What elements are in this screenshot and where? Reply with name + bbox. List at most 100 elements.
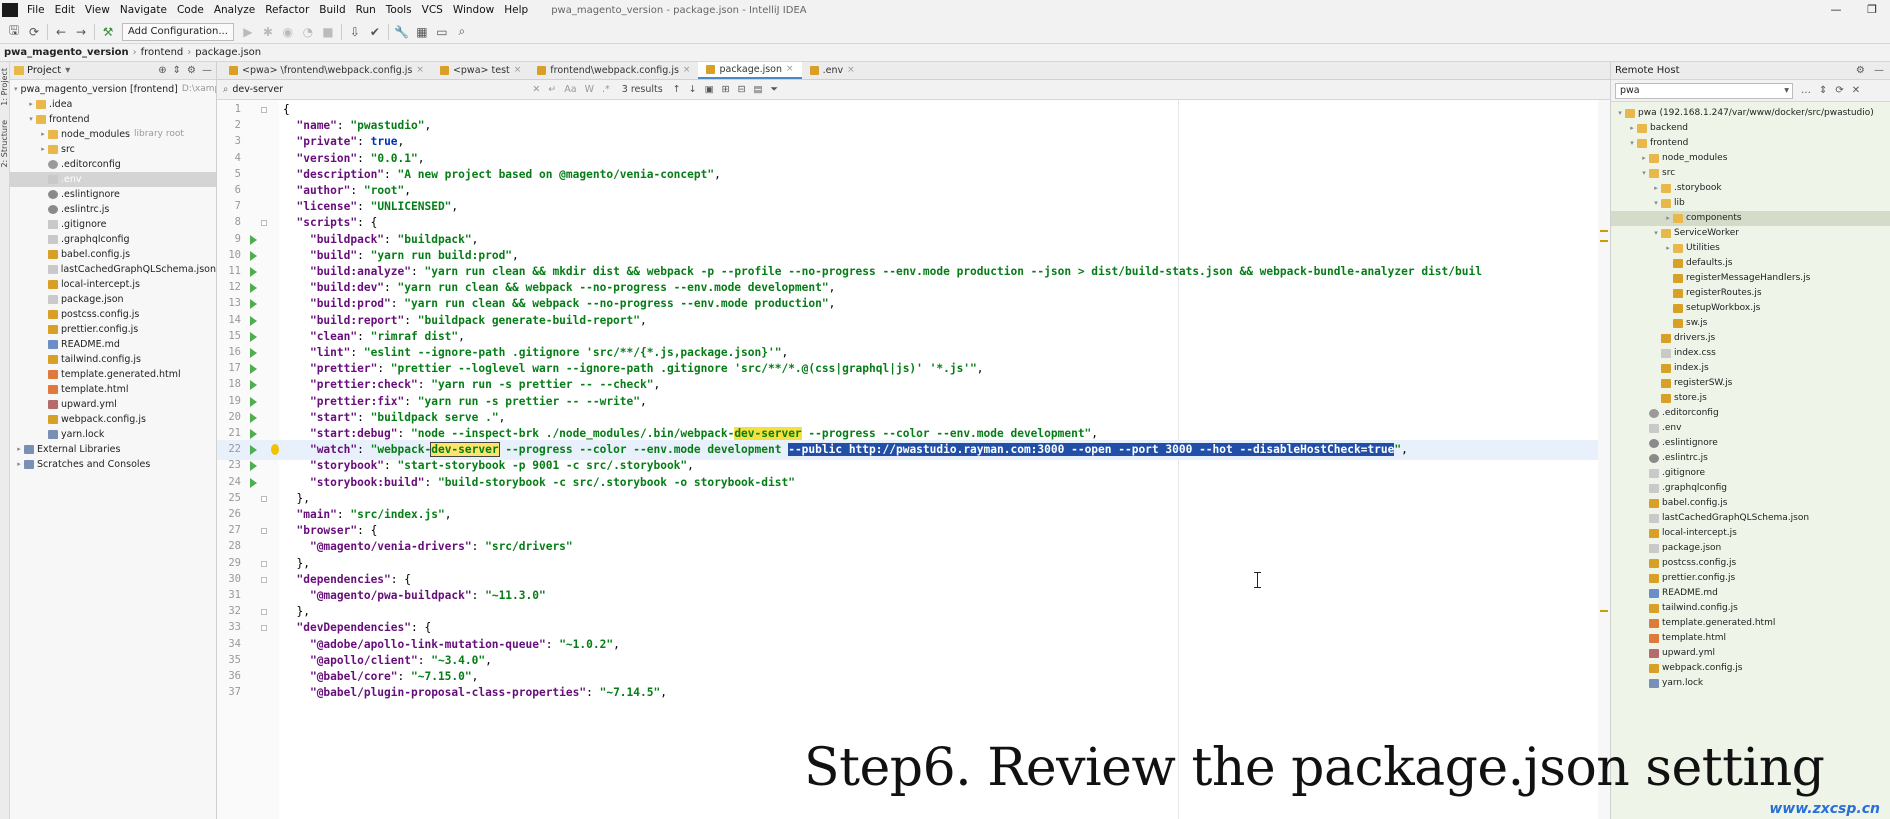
tree-item[interactable]: ▾ pwa (192.168.1.247/var/www/docker/src/p… <box>1611 106 1890 121</box>
occurrence-marker[interactable] <box>1600 230 1608 232</box>
fold-marker-icon[interactable] <box>261 528 267 535</box>
tree-item[interactable]: defaults.js <box>1611 256 1890 271</box>
tree-item[interactable]: ▸ node_modules <box>1611 151 1890 166</box>
expand-arrow-icon[interactable]: ▾ <box>26 112 36 127</box>
tree-item[interactable]: ▾ frontend <box>1611 136 1890 151</box>
tree-item[interactable]: .eslintrc.js <box>1611 451 1890 466</box>
tree-item[interactable]: postcss.config.js <box>10 307 216 322</box>
menu-item-run[interactable]: Run <box>351 4 381 16</box>
tree-item[interactable]: registerSW.js <box>1611 376 1890 391</box>
editor-tab[interactable]: <pwa> \frontend\webpack.config.js × <box>221 62 432 79</box>
clear-icon[interactable]: ✕ <box>532 84 540 95</box>
tree-item[interactable]: .editorconfig <box>10 157 216 172</box>
run-script-icon[interactable] <box>250 380 257 391</box>
maximize-button[interactable]: ❐ <box>1854 0 1890 20</box>
tree-item[interactable]: ▸ Utilities <box>1611 241 1890 256</box>
server-select[interactable]: pwa <box>1615 82 1793 99</box>
tree-item[interactable]: index.js <box>1611 361 1890 376</box>
hide-icon[interactable]: — <box>202 65 212 76</box>
select-all-occurrences-icon[interactable]: ▣ <box>705 84 714 95</box>
expand-arrow-icon[interactable]: ▾ <box>1639 166 1649 181</box>
stop-icon[interactable]: ■ <box>318 23 338 41</box>
close-tab-icon[interactable]: × <box>416 62 424 79</box>
tree-item[interactable]: lastCachedGraphQLSchema.json <box>1611 511 1890 526</box>
tree-item[interactable]: template.generated.html <box>1611 616 1890 631</box>
close-tab-icon[interactable]: × <box>683 62 691 79</box>
tree-item[interactable]: registerMessageHandlers.js <box>1611 271 1890 286</box>
tree-item[interactable]: .gitignore <box>10 217 216 232</box>
tree-item[interactable]: .env <box>1611 421 1890 436</box>
tree-item[interactable]: local-intercept.js <box>10 277 216 292</box>
expand-arrow-icon[interactable]: ▸ <box>1651 181 1661 196</box>
build-hammer-icon[interactable]: ⚒ <box>98 23 118 41</box>
expand-arrow-icon[interactable]: ▾ <box>1627 136 1637 151</box>
tree-item[interactable]: tailwind.config.js <box>10 352 216 367</box>
filter-icon[interactable]: ⏷ <box>771 84 779 95</box>
tree-item[interactable]: sw.js <box>1611 316 1890 331</box>
gear-icon[interactable]: ⚙ <box>187 65 196 76</box>
tree-item[interactable]: template.generated.html <box>10 367 216 382</box>
breadcrumb-folder[interactable]: frontend <box>141 47 184 58</box>
tree-item[interactable]: ▾pwa_magento_version [frontend]D:\xampp <box>10 82 216 97</box>
menu-item-file[interactable]: File <box>22 4 50 16</box>
tree-item[interactable]: .graphqlconfig <box>10 232 216 247</box>
run-script-icon[interactable] <box>250 429 257 439</box>
expand-arrow-icon[interactable]: ▸ <box>1627 121 1637 136</box>
occurrence-marker[interactable] <box>1600 610 1608 612</box>
run-script-icon[interactable] <box>250 267 257 277</box>
settings-wrench-icon[interactable]: 🔧 <box>392 23 412 41</box>
tree-item[interactable]: ▾ lib <box>1611 196 1890 211</box>
tree-item[interactable]: yarn.lock <box>1611 676 1890 691</box>
tree-item[interactable]: registerRoutes.js <box>1611 286 1890 301</box>
run-script-icon[interactable] <box>250 461 257 472</box>
fold-marker-icon[interactable] <box>261 560 267 567</box>
menu-item-refactor[interactable]: Refactor <box>260 4 314 16</box>
tree-item[interactable]: README.md <box>1611 586 1890 601</box>
menu-item-analyze[interactable]: Analyze <box>209 4 260 16</box>
tree-item[interactable]: tailwind.config.js <box>1611 601 1890 616</box>
history-icon[interactable]: ↵ <box>548 84 556 95</box>
run-script-icon[interactable] <box>250 348 257 358</box>
add-configuration-button[interactable]: Add Configuration... <box>122 22 234 41</box>
tree-item[interactable]: webpack.config.js <box>1611 661 1890 676</box>
expand-arrow-icon[interactable]: ▸ <box>1639 151 1649 166</box>
menu-item-tools[interactable]: Tools <box>381 4 417 16</box>
menu-item-window[interactable]: Window <box>448 4 499 16</box>
tree-item[interactable]: ▸ node_modules library root <box>10 127 216 142</box>
add-occurrence-icon[interactable]: ⊞ <box>722 84 730 95</box>
forward-icon[interactable]: → <box>71 23 91 41</box>
project-panel-title[interactable]: Project <box>27 65 61 76</box>
tree-item[interactable]: postcss.config.js <box>1611 556 1890 571</box>
tree-item[interactable]: store.js <box>1611 391 1890 406</box>
tree-item[interactable]: .editorconfig <box>1611 406 1890 421</box>
expand-arrow-icon[interactable]: ▸ <box>26 97 36 112</box>
minimize-button[interactable]: — <box>1818 0 1854 20</box>
coverage-icon[interactable]: ◉ <box>278 23 298 41</box>
collapse-icon[interactable]: ⇕ <box>173 65 181 76</box>
menu-item-build[interactable]: Build <box>314 4 350 16</box>
collapse-icon[interactable]: ⇕ <box>1819 85 1827 96</box>
expand-arrow-icon[interactable]: ▾ <box>1615 106 1625 121</box>
close-tab-icon[interactable]: × <box>786 61 794 78</box>
tree-item[interactable]: lastCachedGraphQLSchema.json <box>10 262 216 277</box>
fold-marker-icon[interactable] <box>261 107 267 113</box>
expand-arrow-icon[interactable]: ▸ <box>1663 241 1673 256</box>
fold-marker-icon[interactable] <box>261 220 267 227</box>
tree-item[interactable]: ▾ ServiceWorker <box>1611 226 1890 241</box>
run-script-icon[interactable] <box>250 396 257 407</box>
tree-item[interactable]: .graphqlconfig <box>1611 481 1890 496</box>
expand-arrow-icon[interactable]: ▸ <box>38 142 48 157</box>
tree-item[interactable]: prettier.config.js <box>1611 571 1890 586</box>
next-occurrence-icon[interactable]: ↓ <box>689 84 697 95</box>
tree-item[interactable]: ▸ components <box>1611 211 1890 226</box>
tree-item[interactable]: ▸ External Libraries <box>10 442 216 457</box>
expand-arrow-icon[interactable]: ▾ <box>14 82 18 97</box>
debug-icon[interactable]: ✱ <box>258 23 278 41</box>
run-script-icon[interactable] <box>250 477 257 488</box>
editor-tab[interactable]: .env × <box>802 62 863 79</box>
tree-item[interactable]: .eslintrc.js <box>10 202 216 217</box>
more-icon[interactable]: … <box>1801 85 1811 96</box>
structure-tool-tab[interactable]: 2: Structure <box>0 120 9 168</box>
project-structure-icon[interactable]: ▦ <box>412 23 432 41</box>
run-script-icon[interactable] <box>250 299 257 310</box>
